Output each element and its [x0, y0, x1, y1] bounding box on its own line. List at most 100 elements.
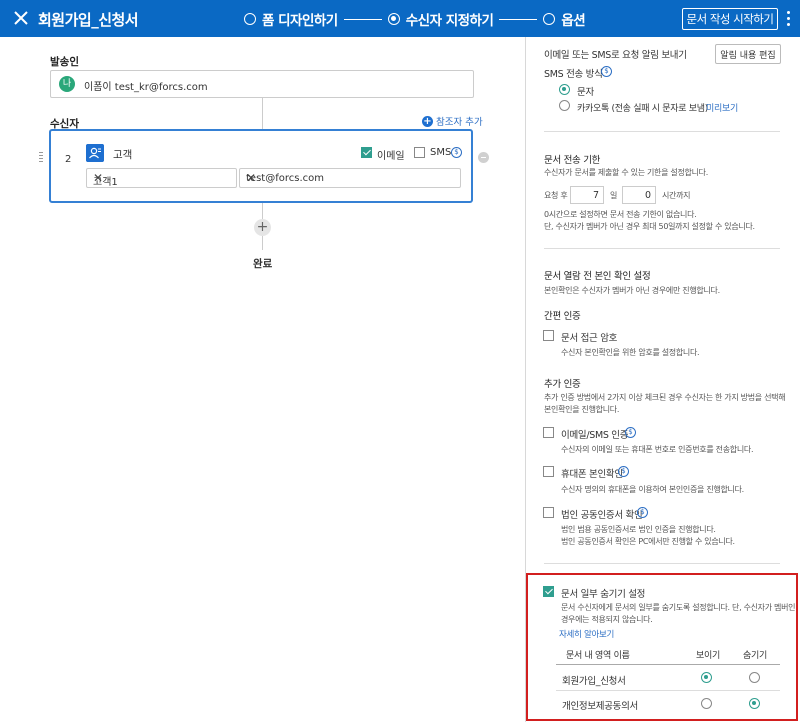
recipient-person-icon [86, 144, 104, 162]
add-reference-label: 참조자 추가 [436, 117, 483, 128]
table-header-divider [556, 664, 780, 665]
paid-feature-icon: $ [625, 427, 636, 438]
email-sms-auth-label: 이메일/SMS 인증 [561, 430, 629, 441]
step-indicator: 폼 디자인하기 수신자 지정하기 옵션 [244, 9, 586, 29]
col-hide: 숨기기 [743, 651, 767, 661]
notify-text: 이메일 또는 SMS로 요청 알림 보내기 [544, 50, 687, 61]
remove-recipient-icon[interactable] [478, 152, 489, 163]
step-circle-active-icon [387, 13, 400, 25]
access-password-checkbox[interactable] [543, 330, 554, 341]
top-bar: 회원가입_신청서 폼 디자인하기 수신자 지정하기 옵션 문서 작성 시작하기 [0, 0, 800, 37]
recipient-order: 2 [65, 154, 72, 165]
verification-desc: 본인확인은 수신자가 멤버가 아닌 경우에만 진행합니다. [544, 286, 720, 295]
recipient-name: 고객 [113, 149, 133, 161]
hide-part-checkbox[interactable] [543, 586, 554, 597]
deadline-days-input[interactable]: 7 [570, 186, 604, 204]
step-form-design[interactable]: 폼 디자인하기 [244, 9, 338, 29]
hide-part-label: 문서 일부 숨기기 설정 [561, 589, 646, 600]
sender-label: 발송인 [50, 56, 79, 68]
sms-method-label: SMS 전송 방식 [544, 69, 603, 80]
col-show: 보이기 [696, 651, 720, 661]
row2-hide-radio[interactable] [749, 698, 760, 709]
step-label: 폼 디자인하기 [262, 13, 338, 29]
flow-connector [262, 236, 263, 250]
step-circle-icon [543, 13, 556, 25]
simple-auth-title: 간편 인증 [544, 311, 581, 322]
sms-method-text-label: 문자 [577, 87, 594, 98]
paid-feature-icon: $ [637, 507, 648, 518]
deadline-title: 문서 전송 기한 [544, 155, 601, 166]
paid-feature-icon: $ [601, 66, 612, 77]
recipient-card[interactable] [49, 129, 473, 203]
section-divider [544, 563, 780, 564]
table-row-name: 회원가입_신청서 [562, 676, 626, 687]
corporate-cert-checkbox[interactable] [543, 507, 554, 518]
step-circle-icon [244, 13, 256, 25]
recipient-email-field[interactable]: test@forcs.com ✕ [239, 168, 461, 188]
flow-end-label: 완료 [253, 258, 273, 270]
verification-title: 문서 열람 전 본인 확인 설정 [544, 271, 651, 282]
email-label: 이메일 [377, 151, 405, 162]
step-label: 옵션 [561, 13, 586, 29]
add-recipient-button[interactable]: + [254, 219, 271, 236]
more-menu-icon[interactable] [784, 9, 792, 29]
deadline-hours-input[interactable]: 0 [622, 186, 656, 204]
section-divider [544, 248, 780, 249]
hour-unit: 시간까지 [662, 191, 691, 200]
day-unit: 일 [610, 191, 618, 200]
start-document-button[interactable]: 문서 작성 시작하기 [682, 8, 778, 30]
email-sms-auth-checkbox[interactable] [543, 427, 554, 438]
recipient-name-field[interactable]: 고객1 ✕ [86, 168, 237, 188]
clear-icon[interactable]: ✕ [93, 171, 231, 185]
plus-circle-icon: + [422, 115, 433, 127]
email-checkbox[interactable] [361, 147, 372, 158]
paid-feature-icon: $ [618, 466, 629, 477]
phone-auth-label: 휴대폰 본인확인 [561, 469, 623, 480]
learn-more-link[interactable]: 자세히 알아보기 [559, 629, 614, 641]
add-reference-button[interactable]: + 참조자 추가 [422, 114, 483, 128]
sms-method-text-radio[interactable] [559, 84, 570, 95]
sms-checkbox[interactable] [414, 147, 425, 158]
flow-connector [262, 98, 263, 129]
phone-auth-checkbox[interactable] [543, 466, 554, 477]
email-sms-auth-desc: 수신자의 이메일 또는 휴대폰 번호로 인증번호를 전송합니다. [561, 445, 754, 454]
drag-handle-icon[interactable] [39, 152, 43, 162]
close-icon[interactable] [10, 7, 32, 29]
deadline-prefix: 요청 후 [544, 191, 568, 200]
deadline-note-1: 0시간으로 설정하면 문서 전송 기한이 없습니다. [544, 210, 697, 219]
edit-notification-button[interactable]: 알림 내용 편집 [715, 44, 781, 64]
paid-feature-icon: $ [451, 147, 462, 158]
sms-label: SMS [430, 147, 452, 158]
corporate-cert-desc-1: 법인 범용 공동인증서로 법인 인증을 진행합니다. [561, 525, 716, 534]
row2-show-radio[interactable] [701, 698, 712, 709]
avatar: 나 [59, 76, 75, 92]
step-label: 수신자 지정하기 [405, 13, 494, 29]
table-row-divider [556, 690, 780, 691]
clear-icon[interactable]: ✕ [246, 171, 455, 185]
corporate-cert-desc-2: 법인 공동인증서 확인은 PC에서만 진행할 수 있습니다. [561, 537, 735, 546]
sms-method-kakao-radio[interactable] [559, 100, 570, 111]
preview-link[interactable]: 미리보기 [706, 101, 738, 114]
sms-method-kakao-label: 카카오톡 (전송 실패 시 문자로 보냄) [577, 104, 708, 114]
hide-part-desc-1: 문서 수신자에게 문서의 일부를 숨기도록 설정합니다. 단, 수신자가 멤버인 [561, 603, 796, 612]
step-options[interactable]: 옵션 [543, 9, 586, 29]
deadline-note-2: 단, 수신자가 멤버가 아닌 경우 최대 50일까지 설정할 수 있습니다. [544, 222, 755, 231]
access-password-label: 문서 접근 암호 [561, 333, 618, 344]
flow-connector [262, 203, 263, 219]
corporate-cert-label: 법인 공동인증서 확인 [561, 510, 643, 521]
col-area-name: 문서 내 영역 이름 [566, 651, 630, 661]
access-password-desc: 수신자 본인확인을 위한 암호를 설정합니다. [561, 348, 700, 357]
deadline-desc: 수신자가 문서를 제출할 수 있는 기한을 설정합니다. [544, 168, 708, 177]
document-title: 회원가입_신청서 [38, 11, 139, 29]
hide-part-desc-2: 경우에는 적용되지 않습니다. [561, 615, 653, 624]
extra-auth-desc-2: 본인확인을 진행합니다. [544, 405, 620, 414]
sender-box: 나 이폼이 test_kr@forcs.com [50, 70, 474, 98]
extra-auth-title: 추가 인증 [544, 379, 581, 390]
row1-hide-radio[interactable] [749, 672, 760, 683]
sender-name: 이폼이 test_kr@forcs.com [84, 82, 208, 93]
row1-show-radio[interactable] [701, 672, 712, 683]
phone-auth-desc: 수신자 명의의 휴대폰을 이용하여 본인인증을 진행합니다. [561, 485, 744, 494]
extra-auth-desc-1: 추가 인증 방법에서 2가지 이상 체크된 경우 수신자는 한 가지 방법을 선… [544, 393, 786, 402]
section-divider [544, 131, 780, 132]
step-recipients[interactable]: 수신자 지정하기 [387, 9, 494, 29]
